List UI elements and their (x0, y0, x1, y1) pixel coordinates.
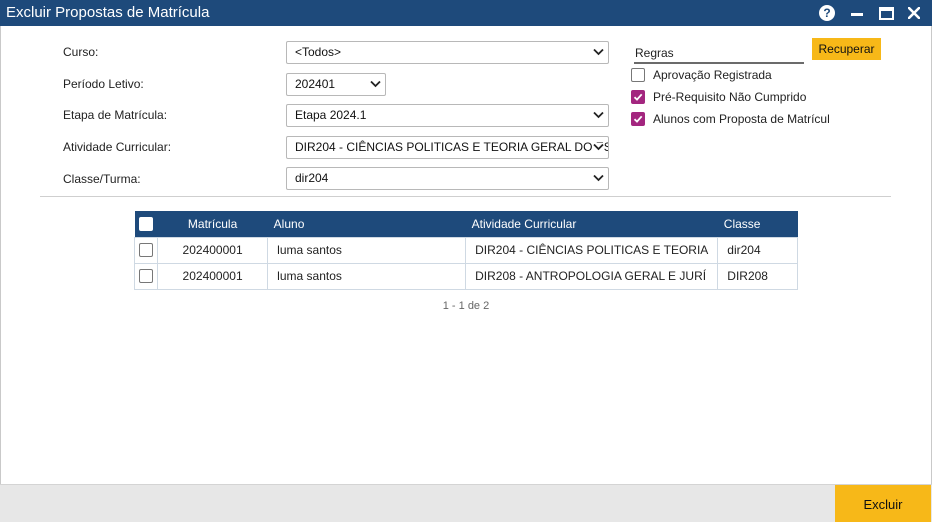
cell-aluno: luma santos (267, 236, 467, 264)
check-icon (633, 115, 643, 123)
regra-option-label: Aprovação Registrada (653, 68, 772, 82)
atividade-select[interactable]: DIR204 - CIÊNCIAS POLITICAS E TEORIA GER… (286, 136, 609, 159)
cell-aluno: luma santos (267, 262, 467, 290)
checkbox-checked[interactable] (631, 112, 645, 126)
table-row[interactable]: 202400001 luma santos DIR208 - ANTROPOLO… (134, 262, 798, 290)
periodo-select[interactable]: 202401 (286, 73, 386, 96)
classe-value: dir204 (295, 171, 329, 185)
footer-bar: Excluir (0, 484, 932, 522)
select-all-checkbox[interactable] (139, 217, 153, 232)
recuperar-button[interactable]: Recuperar (812, 38, 881, 60)
classe-label: Classe/Turma: (63, 172, 141, 186)
excluir-button[interactable]: Excluir (835, 485, 931, 522)
checkbox[interactable] (631, 68, 645, 82)
minimize-icon[interactable] (847, 3, 867, 23)
chevron-down-icon (593, 48, 604, 56)
regra-option-label: Pré-Requisito Não Cumprido (653, 90, 807, 104)
table-header-row: Matrícula Aluno Atividade Curricular Cla… (134, 211, 798, 237)
column-header-matricula[interactable]: Matrícula (157, 211, 268, 237)
cell-atividade: DIR204 - CIÊNCIAS POLITICAS E TEORIA (465, 236, 719, 264)
cell-matricula: 202400001 (156, 262, 269, 290)
regra-option-aprovacao[interactable]: Aprovação Registrada (631, 67, 772, 83)
propostas-table: Matrícula Aluno Atividade Curricular Cla… (134, 211, 798, 290)
table-row[interactable]: 202400001 luma santos DIR204 - CIÊNCIAS … (134, 236, 798, 264)
curso-label: Curso: (63, 45, 99, 59)
cell-atividade: DIR208 - ANTROPOLOGIA GERAL E JURÍ (465, 262, 719, 290)
cell-classe: DIR208 (717, 262, 798, 290)
regra-option-prerequisito[interactable]: Pré-Requisito Não Cumprido (631, 89, 806, 105)
window-title: Excluir Propostas de Matrícula (6, 4, 210, 21)
regra-option-label: Alunos com Proposta de Matrícul (653, 112, 830, 126)
chevron-down-icon (593, 111, 604, 119)
title-bar: Excluir Propostas de Matrícula ? (0, 0, 932, 26)
column-header-atividade[interactable]: Atividade Curricular (465, 211, 718, 237)
curso-select[interactable]: <Todos> (286, 41, 609, 64)
cell-matricula: 202400001 (156, 236, 269, 264)
row-select-cell (134, 262, 158, 290)
column-header-aluno[interactable]: Aluno (267, 211, 466, 237)
help-icon[interactable]: ? (817, 3, 837, 23)
row-select-cell (134, 236, 158, 264)
maximize-icon[interactable] (876, 3, 896, 23)
chevron-down-icon (370, 80, 381, 88)
close-icon[interactable] (904, 3, 924, 23)
check-icon (633, 93, 643, 101)
etapa-value: Etapa 2024.1 (295, 108, 367, 122)
row-checkbox[interactable] (139, 243, 153, 258)
checkbox-checked[interactable] (631, 90, 645, 104)
etapa-label: Etapa de Matrícula: (63, 108, 168, 122)
curso-value: <Todos> (295, 45, 342, 59)
help-glyph: ? (819, 5, 835, 21)
periodo-label: Período Letivo: (63, 77, 144, 91)
column-header-classe[interactable]: Classe (717, 211, 798, 237)
atividade-label: Atividade Curricular: (63, 140, 172, 154)
pagination-info: 1 - 1 de 2 (442, 300, 490, 312)
classe-select[interactable]: dir204 (286, 167, 609, 190)
etapa-select[interactable]: Etapa 2024.1 (286, 104, 609, 127)
cell-classe: dir204 (717, 236, 798, 264)
regras-field[interactable]: Regras (634, 46, 804, 64)
regra-option-alunos-proposta[interactable]: Alunos com Proposta de Matrícul (631, 111, 830, 127)
chevron-down-icon (593, 143, 604, 151)
chevron-down-icon (593, 174, 604, 182)
section-divider (40, 196, 891, 197)
row-checkbox[interactable] (139, 269, 153, 284)
select-all-cell (134, 211, 158, 237)
atividade-value: DIR204 - CIÊNCIAS POLITICAS E TEORIA GER… (295, 140, 608, 154)
